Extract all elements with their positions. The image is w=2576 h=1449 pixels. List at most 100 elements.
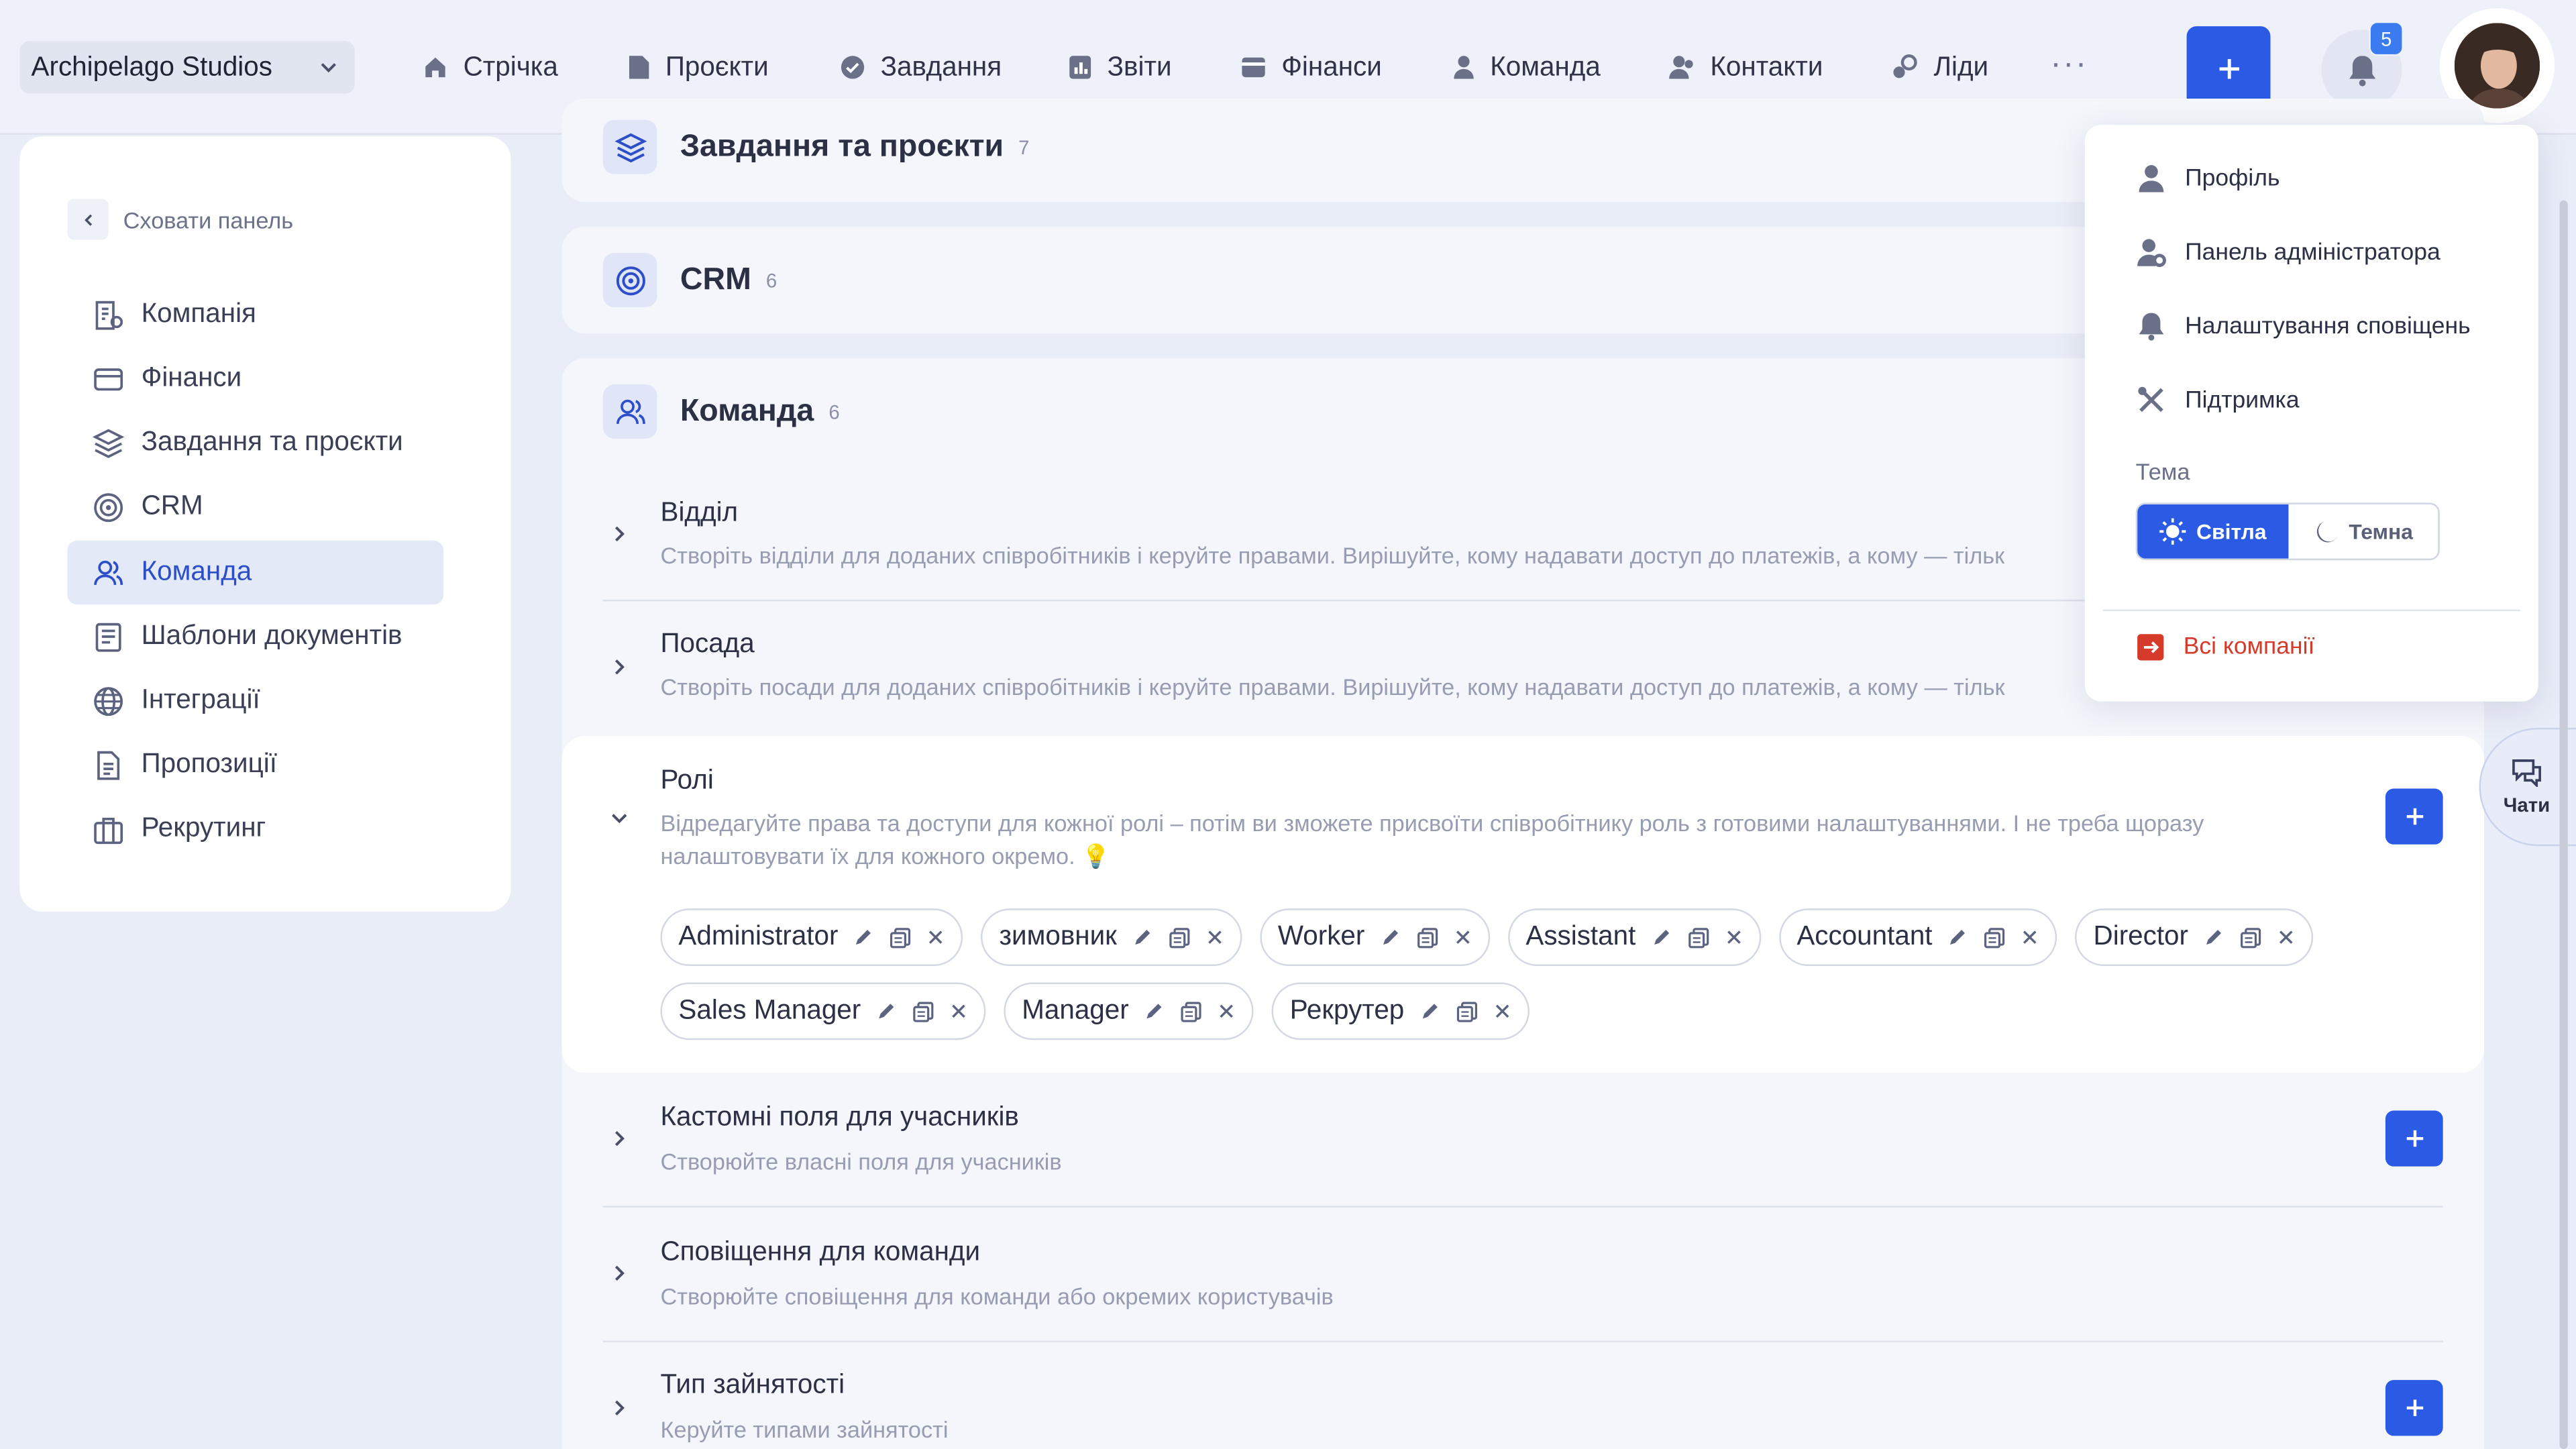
sidebar-item-doc-templates[interactable]: Шаблони документів [67, 604, 443, 669]
row-team-notifications[interactable]: Сповіщення для команди Створюйте сповіще… [603, 1224, 2443, 1338]
edit-icon[interactable] [1132, 926, 1153, 948]
bell-icon [2348, 55, 2375, 86]
role-chip[interactable]: Sales Manager [660, 982, 986, 1040]
nav-finance[interactable]: Фінанси [1240, 40, 1382, 95]
close-icon[interactable] [1218, 1002, 1236, 1020]
nav-contacts[interactable]: Контакти [1668, 40, 1823, 95]
menu-item-support[interactable]: Підтримка [2136, 384, 2300, 416]
chevron-down-icon [321, 63, 336, 73]
edit-icon[interactable] [875, 1000, 897, 1022]
copy-icon[interactable] [912, 1000, 934, 1022]
sidebar-item-integrations[interactable]: Інтеграції [67, 669, 443, 733]
copy-icon[interactable] [1983, 926, 2006, 949]
close-icon[interactable] [2277, 928, 2295, 947]
copy-icon[interactable] [1168, 926, 1191, 949]
row-employment-type[interactable]: Тип зайнятості Керуйте типами зайнятості [603, 1357, 2443, 1449]
section-count: 7 [1018, 136, 1030, 159]
edit-icon[interactable] [1650, 926, 1672, 948]
card-icon [94, 367, 123, 390]
edit-icon[interactable] [2203, 926, 2224, 948]
copy-icon[interactable] [2239, 926, 2262, 949]
theme-light-button[interactable]: Світла [2137, 504, 2288, 559]
row-custom-fields[interactable]: Кастомні поля для учасників Створюйте вл… [603, 1093, 2443, 1208]
close-icon[interactable] [1725, 928, 1743, 947]
nav-tasks[interactable]: Завдання [839, 40, 1002, 95]
role-chip[interactable]: Assistant [1507, 908, 1761, 967]
more-nav-button[interactable]: ··· [2050, 46, 2086, 89]
role-chip[interactable]: Manager [1004, 982, 1254, 1040]
row-description: Керуйте типами зайнятості [660, 1416, 949, 1443]
close-icon[interactable] [949, 1002, 967, 1020]
nav-team[interactable]: Команда [1452, 40, 1601, 95]
edit-icon[interactable] [1419, 1000, 1440, 1022]
close-icon[interactable] [927, 928, 945, 947]
edit-icon[interactable] [1379, 926, 1401, 948]
theme-label: Тема [2135, 458, 2190, 485]
add-employment-type-button[interactable] [2385, 1380, 2443, 1436]
row-title: Відділ [660, 498, 739, 528]
proposal-icon [97, 750, 120, 780]
sidebar-item-team[interactable]: Команда [67, 540, 444, 605]
plus-icon [2218, 58, 2239, 78]
copy-icon[interactable] [1415, 926, 1438, 949]
menu-item-all-companies[interactable]: Всі компанії [2136, 633, 2314, 662]
copy-icon[interactable] [1686, 926, 1709, 949]
copy-icon[interactable] [1455, 1000, 1478, 1022]
add-custom-field-button[interactable] [2385, 1110, 2443, 1167]
chevron-down-icon[interactable] [608, 806, 631, 829]
role-chip[interactable]: зимовник [981, 908, 1242, 967]
menu-item-admin-panel[interactable]: Панель адміністратора [2136, 237, 2440, 268]
role-chip[interactable]: Director [2075, 908, 2314, 967]
wallet-icon [1242, 57, 1265, 78]
role-chip[interactable]: Worker [1259, 908, 1490, 967]
role-name: Worker [1277, 921, 1365, 951]
nav-feed[interactable]: Стрічка [422, 40, 558, 95]
role-chip[interactable]: Administrator [660, 908, 963, 967]
sidebar-item-tasks-projects[interactable]: Завдання та проєкти [67, 411, 443, 475]
row-title: Тип зайнятості [660, 1370, 845, 1400]
nav-leads[interactable]: Ліди [1891, 40, 1988, 95]
sidebar-item-finance[interactable]: Фінанси [67, 347, 443, 411]
close-icon[interactable] [2021, 928, 2039, 947]
copy-icon[interactable] [1180, 1000, 1203, 1022]
chevron-right-icon [614, 659, 625, 675]
edit-icon[interactable] [1947, 926, 1969, 948]
role-name: Assistant [1525, 921, 1636, 951]
user-icon [1454, 56, 1474, 79]
plus-icon [2406, 808, 2423, 825]
row-title: Посада [660, 629, 755, 659]
notifications-badge: 5 [2369, 21, 2404, 56]
company-selector[interactable]: Archipelago Studios [19, 41, 355, 94]
sidebar-item-proposals[interactable]: Пропозиції [67, 733, 443, 797]
sidebar-item-crm[interactable]: CRM [67, 475, 443, 539]
theme-dark-button[interactable]: Темна [2288, 504, 2438, 559]
sidebar-item-company[interactable]: Компанія [67, 282, 443, 347]
layers-icon [92, 428, 125, 458]
menu-item-notification-settings[interactable]: Налаштування сповіщень [2136, 311, 2471, 342]
scrollbar[interactable] [2559, 200, 2568, 1449]
role-chip[interactable]: Accountant [1778, 908, 2057, 967]
exit-icon [2137, 634, 2164, 661]
edit-icon[interactable] [1144, 1000, 1165, 1022]
close-icon[interactable] [1493, 1002, 1511, 1020]
hide-panel-button[interactable]: Сховати панель [67, 199, 293, 240]
chevron-right-icon [614, 526, 625, 542]
user-menu: Профіль Панель адміністратора Налаштуван… [2084, 125, 2538, 702]
add-role-button[interactable] [2385, 788, 2443, 845]
menu-item-profile[interactable]: Профіль [2136, 162, 2279, 194]
add-button[interactable] [2186, 26, 2271, 111]
chevron-right-icon [614, 1400, 625, 1415]
close-icon[interactable] [1454, 928, 1472, 947]
globe-icon [94, 686, 123, 715]
role-chip[interactable]: Рекрутер [1271, 982, 1529, 1040]
theme-toggle: Світла Темна [2135, 502, 2440, 561]
sidebar-item-recruiting[interactable]: Рекрутинг [67, 797, 443, 861]
nav-reports[interactable]: Звіти [1068, 40, 1172, 95]
nav-projects[interactable]: Проєкти [628, 40, 769, 95]
copy-icon[interactable] [889, 926, 912, 949]
edit-icon[interactable] [853, 926, 875, 948]
divider [602, 1205, 2443, 1208]
row-description: Створюйте власні поля для учасників [660, 1148, 1062, 1175]
close-icon[interactable] [1205, 928, 1224, 947]
role-name: Sales Manager [678, 996, 861, 1026]
